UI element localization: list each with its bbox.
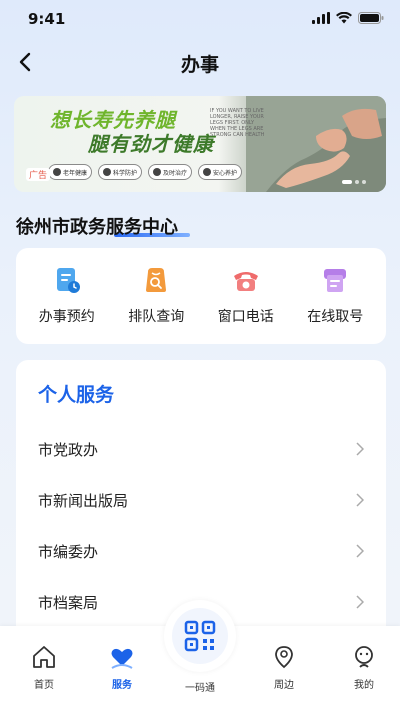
profile-icon <box>355 646 373 668</box>
tab-label: 首页 <box>34 680 54 691</box>
banner-feature-row: 老年健康 科学防护 及时治疗 安心养护 <box>48 164 243 180</box>
calendar-doc-icon <box>56 268 80 293</box>
quick-action-label: 办事预约 <box>38 309 95 325</box>
battery-icon <box>358 12 384 24</box>
page-title: 办事 <box>180 54 219 76</box>
queue-search-icon <box>146 268 167 292</box>
quick-action-phone[interactable]: 窗口电话 <box>206 266 286 326</box>
chevron-right-icon <box>356 595 364 609</box>
list-item-label: 市档案局 <box>38 594 99 612</box>
heart-care-icon <box>203 168 212 176</box>
qr-code-icon <box>184 620 216 652</box>
tab-service[interactable]: 服务 <box>92 644 152 691</box>
tab-nearby[interactable]: 周边 <box>254 644 314 691</box>
chevron-right-icon <box>356 544 364 558</box>
chevron-right-icon <box>356 493 364 507</box>
ticket-printer-icon <box>324 269 347 292</box>
ad-banner[interactable]: 想长寿先养腿 腿有劲才健康 IF YOU WANT TO LIVE LONGER… <box>14 96 386 192</box>
tab-label: 周边 <box>274 680 294 691</box>
qr-button-inner <box>172 608 228 664</box>
banner-feature: 安心养护 <box>198 164 243 180</box>
status-bar: 9:41 <box>0 0 400 40</box>
home-icon <box>33 646 55 668</box>
telephone-icon <box>233 272 258 291</box>
banner-title-line2: 腿有劲才健康 <box>88 132 214 156</box>
quick-action-label: 窗口电话 <box>217 309 274 325</box>
qr-code-button[interactable] <box>164 600 236 672</box>
ad-tag: 广告 <box>26 168 51 181</box>
tab-label: 服务 <box>112 680 132 691</box>
quick-action-label: 排队查询 <box>128 309 185 325</box>
banner-small-text: IF YOU WANT TO LIVE LONGER, RAISE YOUR L… <box>210 108 265 138</box>
quick-action-queue[interactable]: 排队查询 <box>116 266 196 326</box>
chevron-right-icon <box>356 442 364 456</box>
pagination-dot <box>355 180 359 184</box>
center-title: 徐州市政务服务中心 <box>16 217 178 238</box>
wifi-icon <box>336 12 352 24</box>
quick-actions-card: 办事预约 排队查询 窗口电话 在线取号 <box>16 248 386 344</box>
quick-action-label: 在线取号 <box>307 309 364 325</box>
service-list: 市党政办 市新闻出版局 市编委办 市档案局 <box>16 424 386 628</box>
service-heart-icon <box>111 648 133 669</box>
list-item[interactable]: 市党政办 <box>16 424 386 475</box>
list-item-label: 市编委办 <box>38 543 99 561</box>
banner-feature: 及时治疗 <box>148 164 193 180</box>
signal-icon <box>312 12 330 24</box>
status-icons <box>312 12 384 24</box>
status-time: 9:41 <box>28 10 66 28</box>
tab-qr-label[interactable]: 一码通 <box>170 679 230 694</box>
personal-service-title: 个人服务 <box>38 384 115 406</box>
quick-action-ticket[interactable]: 在线取号 <box>295 266 375 326</box>
list-item-label: 市党政办 <box>38 441 99 459</box>
banner-pagination <box>342 180 366 184</box>
clock-icon <box>153 168 162 176</box>
list-item[interactable]: 市新闻出版局 <box>16 475 386 526</box>
banner-feature: 老年健康 <box>48 164 93 180</box>
tab-home[interactable]: 首页 <box>14 644 74 691</box>
pagination-dot <box>342 180 352 184</box>
nav-bar: 办事 <box>0 40 400 84</box>
quick-action-appointment[interactable]: 办事预约 <box>27 266 107 326</box>
list-item-label: 市新闻出版局 <box>38 492 129 510</box>
banner-feature: 科学防护 <box>98 164 143 180</box>
location-icon <box>275 646 293 669</box>
tab-label: 我的 <box>354 680 374 691</box>
pagination-dot <box>362 180 366 184</box>
shield-icon <box>103 168 112 176</box>
heart-icon <box>53 168 61 176</box>
tab-label: 一码通 <box>185 683 215 694</box>
list-item[interactable]: 市编委办 <box>16 526 386 577</box>
tab-mine[interactable]: 我的 <box>334 644 394 691</box>
